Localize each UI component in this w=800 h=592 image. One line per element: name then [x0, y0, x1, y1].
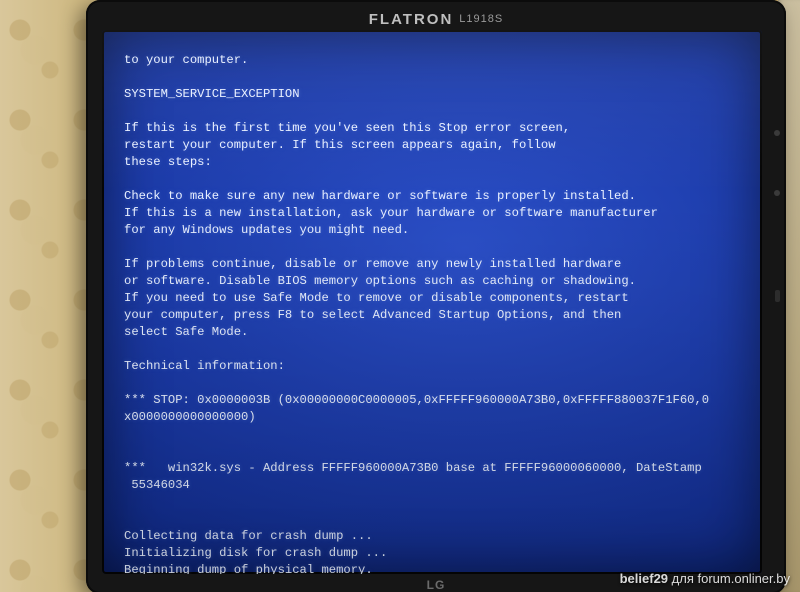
- watermark-for: для: [672, 571, 694, 586]
- monitor-maker-logo: LG: [427, 578, 446, 592]
- watermark-site: forum.onliner.by: [698, 571, 791, 586]
- bezel-button-icon: [774, 130, 780, 136]
- monitor-brand: FLATRON: [369, 11, 454, 28]
- photo-watermark: belief29 для forum.onliner.by: [620, 571, 790, 586]
- monitor-model: L1918S: [459, 13, 503, 25]
- bezel-button-icon: [775, 290, 780, 302]
- monitor-screen: to your computer. SYSTEM_SERVICE_EXCEPTI…: [102, 30, 762, 574]
- bezel-button-icon: [774, 190, 780, 196]
- watermark-author: belief29: [620, 571, 668, 586]
- bsod-text: to your computer. SYSTEM_SERVICE_EXCEPTI…: [124, 52, 752, 574]
- monitor-brand-strip: FLATRON L1918S: [86, 6, 786, 32]
- photo-scene: FLATRON L1918S LG to your computer. SYST…: [0, 0, 800, 592]
- monitor-bezel: FLATRON L1918S LG to your computer. SYST…: [86, 0, 786, 592]
